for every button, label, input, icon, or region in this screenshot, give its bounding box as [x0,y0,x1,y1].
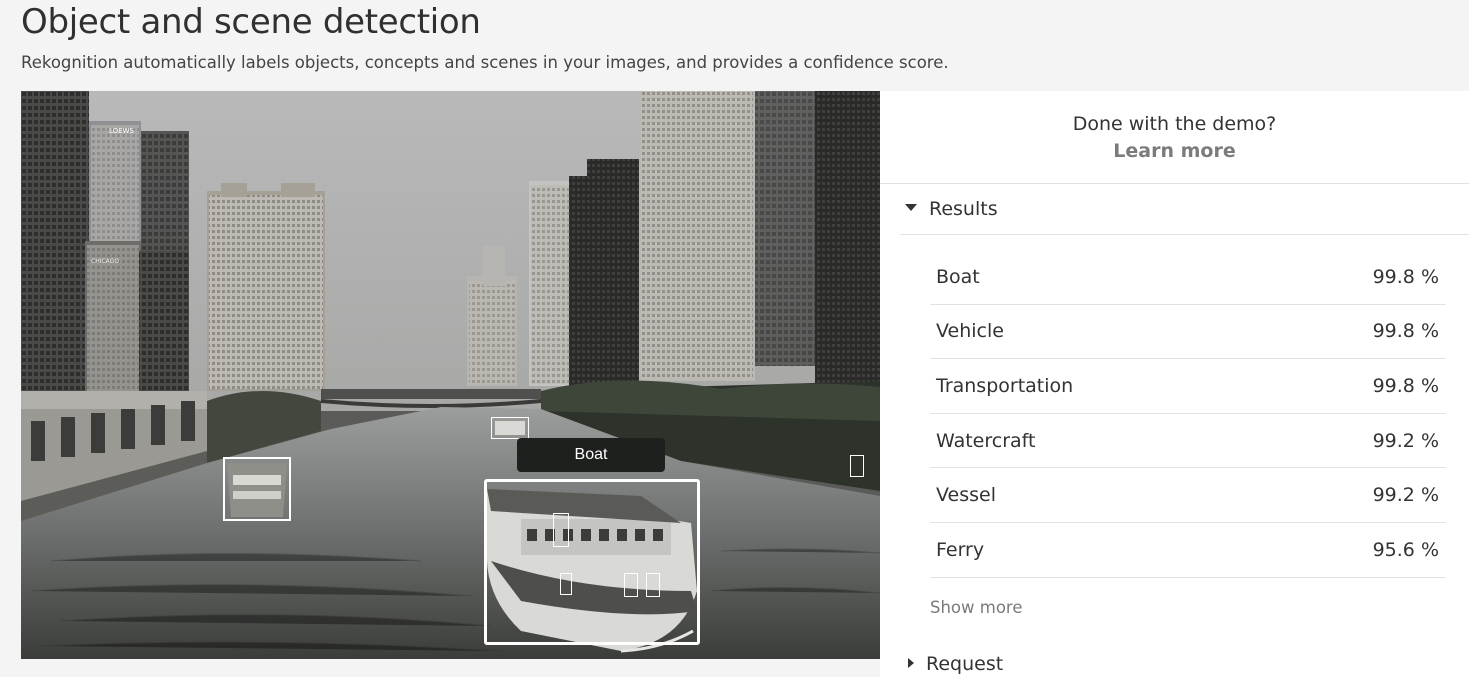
result-label: Vessel [936,484,996,507]
page-title: Object and scene detection [21,2,481,42]
result-label: Watercraft [936,429,1036,452]
result-label: Vehicle [936,320,1004,343]
results-toggle[interactable]: Results [905,198,998,220]
request-toggle[interactable]: Request [905,653,1003,675]
result-row[interactable]: Ferry 95.6 % [930,523,1446,578]
result-confidence: 95.6 % [1372,538,1439,561]
result-confidence: 99.8 % [1372,265,1439,288]
request-heading: Request [926,653,1004,675]
result-confidence: 99.8 % [1372,320,1439,343]
page-subtitle: Rekognition automatically labels objects… [21,53,949,72]
learn-more-link[interactable]: Learn more [880,140,1469,162]
show-more-link[interactable]: Show more [930,598,1023,617]
results-heading: Results [929,198,998,220]
demo-image: LOEWS CHICAGO Boat [21,91,880,659]
result-confidence: 99.8 % [1372,374,1439,397]
bbox-label-tag: Boat [517,438,665,472]
bbox-boat-primary[interactable] [484,479,700,645]
result-confidence: 99.2 % [1372,484,1439,507]
result-row[interactable]: Transportation 99.8 % [930,359,1446,414]
results-panel: Done with the demo? Learn more Results B… [880,91,1469,677]
result-row[interactable]: Boat 99.8 % [930,250,1446,305]
building-sign-2: CHICAGO [91,258,119,265]
caret-down-icon [905,204,917,211]
result-row[interactable]: Vessel 99.2 % [930,468,1446,523]
bbox-person-1[interactable] [553,513,569,547]
bbox-person-2[interactable] [560,573,572,595]
result-label: Transportation [936,374,1074,397]
caret-right-icon [908,657,914,668]
result-row[interactable]: Vehicle 99.8 % [930,305,1446,360]
demo-question: Done with the demo? [1072,113,1277,135]
result-label: Ferry [936,538,985,561]
result-label: Boat [936,265,980,288]
result-confidence: 99.2 % [1372,429,1439,452]
city-river-photo: LOEWS CHICAGO [21,91,880,659]
divider [880,183,1469,184]
bbox-person-right[interactable] [850,455,864,477]
building-sign: LOEWS [109,127,135,135]
bbox-person-3[interactable] [624,573,638,597]
results-list: Boat 99.8 % Vehicle 99.8 % Transportation 9… [930,250,1446,578]
bbox-boat-distant[interactable] [491,417,529,439]
divider [900,234,1469,235]
bbox-boat-secondary[interactable] [223,457,291,521]
result-row[interactable]: Watercraft 99.2 % [930,414,1446,469]
bbox-person-4[interactable] [646,573,660,597]
